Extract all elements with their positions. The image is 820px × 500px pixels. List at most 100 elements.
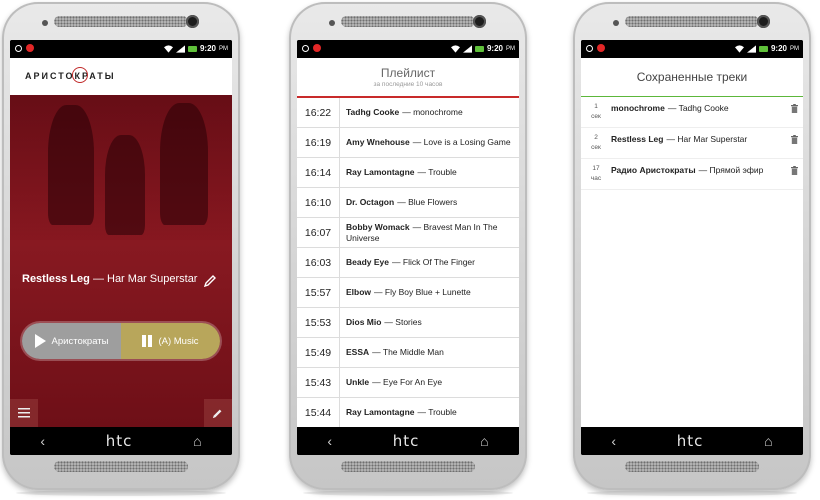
play-icon: [34, 334, 46, 348]
playlist-row[interactable]: 16:19 Amy Wnehouse — Love is a Losing Game: [297, 128, 519, 158]
track-artist: Ray Lamontagne: [346, 167, 415, 177]
saved-dash: —: [698, 165, 710, 175]
playlist-row[interactable]: 15:44 Ray Lamontagne — Trouble: [297, 398, 519, 427]
playlist-tab-button[interactable]: [10, 399, 38, 427]
phone-player: 9:20 PM АРИСТОКРАТЫ Restless Leg — Har M…: [2, 2, 240, 496]
playlist-row[interactable]: 16:14 Ray Lamontagne — Trouble: [297, 158, 519, 188]
saved-row[interactable]: 2 сек Restless Leg — Har Mar Superstar: [581, 128, 803, 159]
sensor-dot: [42, 20, 48, 26]
saved-list: 1 сек monochrome — Tadhg Cooke 2 сек Restless …: [581, 97, 803, 427]
play-time: 16:19: [297, 128, 340, 157]
app-notification-icon: [313, 44, 321, 52]
logo-mark-icon: [72, 67, 88, 83]
pencil-icon: [212, 409, 222, 419]
track-dash: —: [417, 407, 429, 417]
delete-button[interactable]: [785, 100, 803, 122]
page-subtitle: за последние 10 часов: [373, 81, 443, 88]
home-icon[interactable]: ⌂: [480, 433, 488, 449]
track-artist: Ray Lamontagne: [346, 407, 415, 417]
track-info: Bobby Womack — Bravest Man In The Univers…: [340, 218, 519, 247]
clock: 9:20: [770, 44, 787, 53]
play-time: 15:57: [297, 278, 340, 307]
track-info: Ray Lamontagne — Trouble: [340, 398, 519, 427]
band-photo: [10, 95, 232, 240]
track-info: Amy Wnehouse — Love is a Losing Game: [340, 128, 519, 157]
track-dash: —: [372, 347, 383, 357]
track-artist: Unkle: [346, 377, 370, 387]
playlist-row[interactable]: 16:03 Beady Eye — Flick Of The Finger: [297, 248, 519, 278]
playlist-row[interactable]: 15:49 ESSA — The Middle Man: [297, 338, 519, 368]
track-title: Fly Boy Blue + Lunette: [384, 287, 471, 297]
playlist-row[interactable]: 15:43 Unkle — Eye For An Eye: [297, 368, 519, 398]
phone-playlist: 9:20 PM Плейлист за последние 10 часов 1…: [289, 2, 527, 496]
playlist-row[interactable]: 15:53 Dios Mio — Stories: [297, 308, 519, 338]
now-playing-artist: Restless Leg: [22, 273, 90, 285]
play-time: 15:49: [297, 338, 340, 367]
playlist-row[interactable]: 15:57 Elbow — Fly Boy Blue + Lunette: [297, 278, 519, 308]
delete-button[interactable]: [785, 131, 803, 153]
wifi-icon: [450, 44, 460, 53]
play-time: 16:14: [297, 158, 340, 187]
back-icon[interactable]: ‹: [40, 433, 45, 449]
playlist-row[interactable]: 16:22 Tadhg Cooke — monochrome: [297, 98, 519, 128]
trash-icon: [790, 135, 798, 144]
phone-saved: 9:20 PM Сохраненные треки 1 сек monochrome…: [573, 2, 811, 496]
saved-row[interactable]: 1 сек monochrome — Tadhg Cooke: [581, 97, 803, 128]
clock-ampm: PM: [219, 45, 228, 52]
sensor-dot: [329, 20, 335, 26]
play-station-label: Аристократы: [51, 335, 109, 347]
saved-title: Tadhg Cooke: [678, 103, 729, 113]
saved-row[interactable]: 17 час Радио Аристократы — Прямой эфир: [581, 159, 803, 190]
bottom-speaker: [341, 461, 475, 472]
status-bar: 9:20 PM: [297, 40, 519, 58]
play-time: 15:44: [297, 398, 340, 427]
pause-station-button[interactable]: (A) Music: [121, 323, 220, 359]
saved-title: Har Mar Superstar: [677, 134, 748, 144]
logo-text: АРИСТОКРАТЫ: [25, 71, 116, 81]
earpiece-speaker: [341, 16, 475, 27]
track-title: Love is a Losing Game: [423, 137, 511, 147]
track-artist: Elbow: [346, 287, 372, 297]
saved-ago-unit: сек: [591, 113, 601, 120]
play-station-button[interactable]: Аристократы: [22, 323, 121, 359]
track-dash: —: [417, 167, 429, 177]
battery-icon: [474, 45, 484, 52]
back-icon[interactable]: ‹: [327, 433, 332, 449]
home-icon[interactable]: ⌂: [764, 433, 772, 449]
play-time: 15:53: [297, 308, 340, 337]
track-artist: ESSA: [346, 347, 370, 357]
saved-ago: 1 сек: [581, 100, 611, 122]
track-title: Stories: [395, 317, 422, 327]
track-info: Beady Eye — Flick Of The Finger: [340, 248, 519, 277]
track-title: The Middle Man: [382, 347, 444, 357]
page-title: Плейлист: [380, 66, 436, 80]
now-playing-title: Har Mar Superstar: [107, 273, 198, 285]
back-icon[interactable]: ‹: [611, 433, 616, 449]
trash-icon: [790, 104, 798, 113]
track-artist: Dios Mio: [346, 317, 382, 327]
earpiece-speaker: [54, 16, 188, 27]
signal-icon: [746, 44, 756, 53]
app-notification-icon: [26, 44, 34, 52]
pause-station-label: (A) Music: [158, 335, 199, 347]
delete-button[interactable]: [785, 162, 803, 184]
screen: 9:20 PM АРИСТОКРАТЫ Restless Leg — Har M…: [10, 40, 232, 455]
track-title: Trouble: [428, 407, 457, 417]
saved-dash: —: [666, 134, 678, 144]
playback-control: Аристократы (A) Music: [22, 323, 220, 359]
app-notification-icon: [597, 44, 605, 52]
saved-dash: —: [667, 103, 679, 113]
playlist-row[interactable]: 16:10 Dr. Octagon — Blue Flowers: [297, 188, 519, 218]
home-icon[interactable]: ⌂: [193, 433, 201, 449]
saved-artist: Радио Аристократы: [611, 165, 696, 175]
track-info: Elbow — Fly Boy Blue + Lunette: [340, 278, 519, 307]
pencil-icon[interactable]: [204, 273, 218, 287]
earpiece-speaker: [625, 16, 759, 27]
system-nav-bar: ‹ htc ⌂: [297, 427, 519, 455]
front-camera: [473, 15, 486, 28]
saved-app: Сохраненные треки 1 сек monochrome — Tadhg …: [581, 58, 803, 427]
playlist-row[interactable]: 16:07 Bobby Womack — Bravest Man In The Un…: [297, 218, 519, 248]
battery-icon: [187, 45, 197, 52]
track-dash: —: [384, 317, 396, 327]
saved-tab-button[interactable]: [204, 399, 232, 427]
